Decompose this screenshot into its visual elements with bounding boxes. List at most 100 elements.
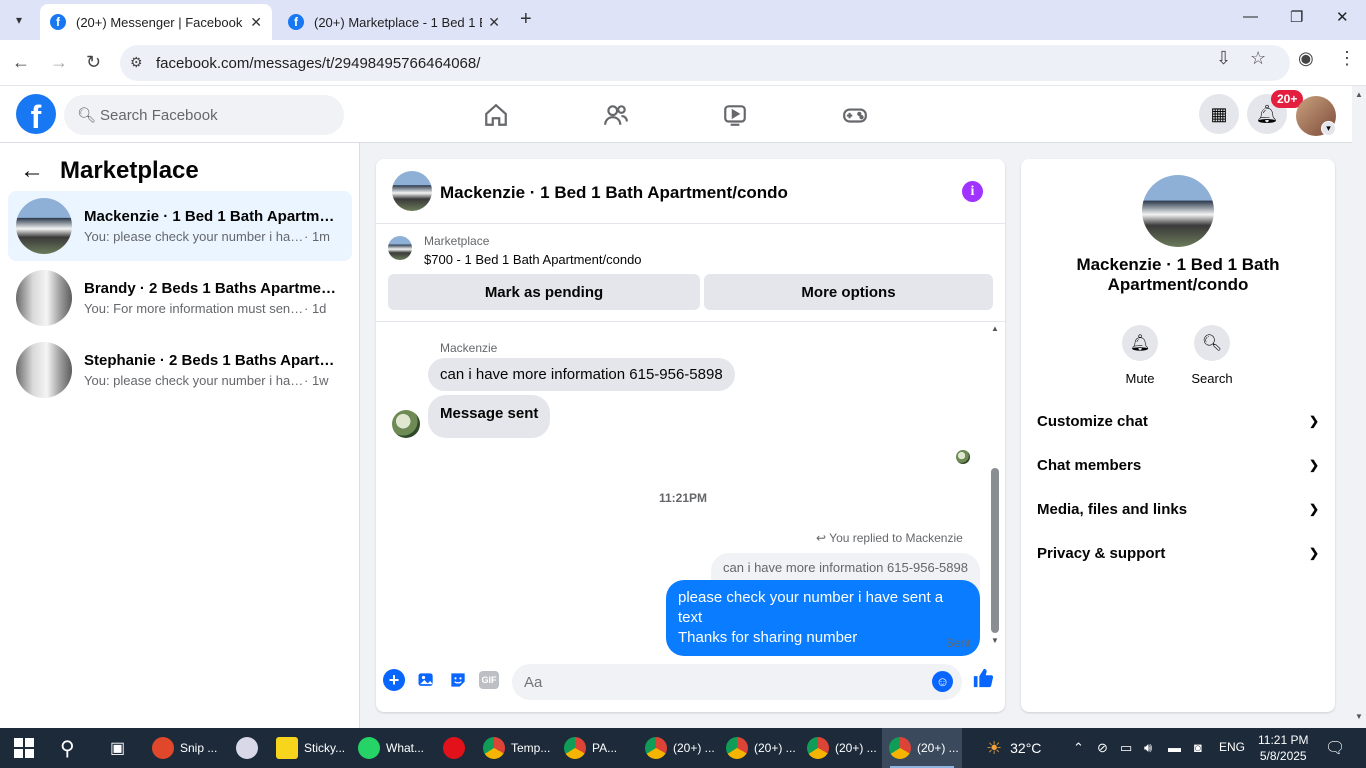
bookmark-star-icon[interactable]: ☆ <box>1250 48 1266 69</box>
facebook-logo-icon[interactable]: f <box>16 94 56 134</box>
taskbar-chrome-window[interactable]: (20+) ... <box>726 728 796 768</box>
taskbar-search-icon[interactable]: ⚲ <box>60 728 75 768</box>
chat-avatar[interactable] <box>392 171 432 211</box>
chat-title[interactable]: Mackenzie · 1 Bed 1 Bath Apartment/condo <box>440 183 788 203</box>
chat-scrollbar[interactable]: ▲ ▼ <box>990 324 1000 646</box>
restore-icon[interactable]: ❐ <box>1290 8 1303 26</box>
scroll-down-icon[interactable]: ▼ <box>1355 712 1363 721</box>
taskbar-chrome-pa[interactable]: PA... <box>564 728 617 768</box>
taskbar-chrome-window-active[interactable]: (20+) ... <box>882 728 962 768</box>
mute-button[interactable]: 🔔︎ Mute <box>1110 325 1170 386</box>
taskbar-whatsapp-app[interactable]: What... <box>358 728 424 768</box>
close-window-icon[interactable]: ✕ <box>1336 8 1349 26</box>
sidebar-header: ← Marketplace <box>20 157 199 185</box>
new-tab-icon[interactable]: + <box>520 8 532 31</box>
whatsapp-icon <box>358 737 380 759</box>
chrome-icon <box>889 737 911 759</box>
reply-label: You replied to Mackenzie <box>829 531 963 545</box>
battery-icon[interactable]: ▬ <box>1168 740 1181 755</box>
scroll-down-icon[interactable]: ▼ <box>991 636 999 645</box>
snipping-tool-icon <box>152 737 174 759</box>
weather-temp: 32°C <box>1010 740 1042 756</box>
chevron-down-icon[interactable]: ▾ <box>1321 121 1336 136</box>
scroll-up-icon[interactable]: ▲ <box>1355 90 1363 99</box>
chat-members-section[interactable]: Chat members ❯ <box>1029 445 1327 485</box>
close-tab-icon[interactable]: ✕ <box>250 14 262 31</box>
weather-widget[interactable]: ☀ 32°C <box>986 728 1041 768</box>
customize-chat-section[interactable]: Customize chat ❯ <box>1029 401 1327 441</box>
conversation-item[interactable]: Stephanie · 2 Beds 1 Baths Apartm... You… <box>8 335 352 405</box>
like-thumbs-up-icon[interactable] <box>972 667 994 695</box>
search-button[interactable]: 🔍︎ Search <box>1182 325 1242 386</box>
conversation-item[interactable]: Mackenzie · 1 Bed 1 Bath Apartme... You:… <box>8 191 352 261</box>
taskbar-sticky-app[interactable]: Sticky... <box>276 728 345 768</box>
task-view-icon[interactable]: ▣ <box>110 728 125 768</box>
incoming-message[interactable]: can i have more information 615-956-5898 <box>428 358 735 391</box>
install-app-icon[interactable]: ⇩ <box>1216 48 1231 69</box>
tab-marketplace[interactable]: f (20+) Marketplace - 1 Bed 1 Bat ✕ <box>278 4 510 40</box>
listing-thumbnail[interactable] <box>388 236 412 260</box>
info-icon[interactable]: i <box>962 181 983 202</box>
sticker-icon[interactable] <box>447 669 469 691</box>
conversation-snippet: You: please check your number i have... <box>84 373 304 388</box>
scrollbar-thumb[interactable] <box>991 468 999 633</box>
camera-icon[interactable]: ◙ <box>1194 740 1202 755</box>
outgoing-message[interactable]: please check your number i have sent a t… <box>666 580 980 656</box>
network-off-icon[interactable]: ⊘ <box>1097 740 1108 756</box>
conversation-time: · 1w <box>304 373 329 388</box>
video-icon[interactable] <box>720 100 750 130</box>
conversation-item[interactable]: Brandy · 2 Beds 1 Baths Apartment... You… <box>8 263 352 333</box>
incoming-message[interactable]: Message sent <box>428 395 551 438</box>
mute-label: Mute <box>1125 371 1155 386</box>
site-info-icon[interactable]: ⚙ <box>130 54 143 71</box>
language-indicator[interactable]: ENG <box>1219 740 1245 754</box>
menu-grid-icon[interactable]: ▦ <box>1199 94 1239 134</box>
taskbar-app[interactable] <box>236 728 264 768</box>
windows-start-icon[interactable] <box>14 728 34 768</box>
clock-date: 5/8/2025 <box>1259 749 1307 763</box>
minimize-icon[interactable]: — <box>1243 8 1258 25</box>
profile-icon[interactable]: ◉ <box>1298 48 1314 69</box>
facebook-search-input[interactable]: 🔍︎ Search Facebook <box>64 95 344 135</box>
reload-icon[interactable]: ↻ <box>86 52 101 73</box>
url-field[interactable]: ⚙ facebook.com/messages/t/29498495766464… <box>120 45 1290 81</box>
home-icon[interactable] <box>481 100 511 130</box>
section-label: Chat members <box>1037 456 1142 474</box>
tab-messenger[interactable]: f (20+) Messenger | Facebook ✕ <box>40 4 272 40</box>
friends-icon[interactable] <box>601 100 631 130</box>
taskbar-chrome-window[interactable]: (20+) ... <box>807 728 877 768</box>
mark-pending-button[interactable]: Mark as pending <box>388 274 700 310</box>
taskbar-chrome-temp[interactable]: Temp... <box>483 728 550 768</box>
tray-chevron-up-icon[interactable]: ⌃ <box>1073 740 1084 756</box>
scroll-up-icon[interactable]: ▲ <box>991 324 999 333</box>
taskbar-snip-app[interactable]: Snip ... <box>152 728 217 768</box>
notification-center-icon[interactable]: 🗨︎ <box>1325 738 1345 758</box>
back-arrow-icon[interactable]: ← <box>20 157 44 185</box>
taskbar-clock[interactable]: 11:21 PM 5/8/2025 <box>1258 732 1308 764</box>
taskbar-label: Snip ... <box>180 741 218 755</box>
photo-icon[interactable] <box>415 669 437 691</box>
emoji-icon[interactable]: ☺ <box>932 671 953 692</box>
listing-title[interactable]: $700 - 1 Bed 1 Bath Apartment/condo <box>424 252 642 267</box>
plus-icon[interactable]: + <box>383 669 405 691</box>
taskbar-opera-app[interactable] <box>443 728 471 768</box>
privacy-support-section[interactable]: Privacy & support ❯ <box>1029 533 1327 573</box>
forward-icon[interactable]: → <box>50 52 68 73</box>
gaming-icon[interactable] <box>840 100 870 130</box>
page-scrollbar[interactable]: ▲ ▼ <box>1352 86 1366 728</box>
network-icon[interactable]: ▭ <box>1120 740 1132 756</box>
info-avatar[interactable] <box>1142 175 1214 247</box>
more-options-button[interactable]: More options <box>704 274 993 310</box>
back-icon[interactable]: ← <box>12 52 30 73</box>
volume-icon[interactable]: 🔊︎ <box>1144 740 1152 756</box>
taskbar-chrome-window[interactable]: (20+) ... <box>645 728 715 768</box>
tab-search-chevron-icon[interactable]: ▾ <box>6 8 32 32</box>
sticky-notes-icon <box>276 737 298 759</box>
message-input[interactable] <box>512 664 962 700</box>
section-label: Privacy & support <box>1037 544 1166 562</box>
sender-avatar[interactable] <box>392 410 420 438</box>
menu-dots-icon[interactable]: ⋮ <box>1338 48 1356 69</box>
close-tab-icon[interactable]: ✕ <box>488 14 500 31</box>
media-files-section[interactable]: Media, files and links ❯ <box>1029 489 1327 529</box>
gif-icon[interactable]: GIF <box>479 671 499 689</box>
